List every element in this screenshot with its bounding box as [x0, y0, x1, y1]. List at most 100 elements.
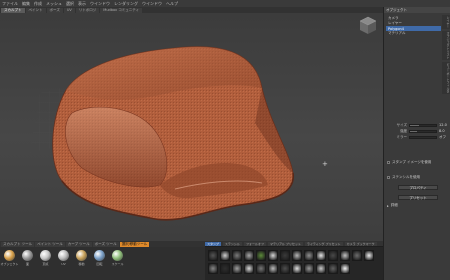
menu-item[interactable]: 作成 — [34, 1, 42, 7]
tool-button[interactable]: スケール — [110, 250, 125, 277]
object-list-panel: オブジェクト カメラ レイヤー Polygon4 マテリアル レイヤーオブジェクトリス… — [383, 7, 450, 280]
menu-item[interactable]: 編集 — [22, 1, 30, 7]
slider-fill — [410, 130, 417, 132]
tool-label: 移動 — [78, 262, 85, 266]
stamp-thumbnail[interactable] — [340, 250, 350, 261]
tool-button[interactable]: 頂点 — [38, 250, 53, 277]
tool-label: 面 — [25, 262, 29, 266]
brush-property-label: サイズ — [396, 122, 407, 127]
stamp-image-label: スタンプ イメージを使用 — [392, 160, 432, 164]
tool-label: 頂点 — [42, 262, 49, 266]
stamp-thumbnail[interactable] — [280, 263, 290, 274]
menu-item[interactable]: ウインドウ — [90, 1, 110, 7]
tool-tray-tab[interactable]: ペイント ツール — [35, 241, 65, 247]
stamp-tray — [205, 247, 383, 280]
panel-vertical-tab[interactable]: ビューポートフィルタ — [442, 62, 450, 94]
chevron-right-icon: ▸ — [387, 203, 389, 208]
stamp-image-checkbox[interactable]: スタンプ イメージを使用 — [387, 160, 431, 165]
tool-label: オブジェクト — [0, 262, 19, 266]
stamp-thumbnail[interactable] — [208, 250, 218, 261]
brush-property-value[interactable]: 12.0 — [439, 123, 447, 127]
stencil-label: ステンシルを使用 — [392, 175, 420, 179]
stamp-thumbnail[interactable] — [328, 263, 338, 274]
stamp-thumbnail[interactable] — [232, 263, 242, 274]
stamp-thumbnail[interactable] — [256, 263, 266, 274]
menu-item[interactable]: メッシュ — [46, 1, 62, 7]
tool-button[interactable]: UV — [56, 250, 71, 277]
brush-property-value[interactable]: 8.0 — [439, 129, 445, 133]
menu-item[interactable]: 表示 — [78, 1, 86, 7]
brush-property: ミラー オフ — [384, 134, 450, 140]
scale-icon — [112, 250, 123, 261]
tool-tray-tab[interactable]: カーブ ツール — [65, 241, 92, 247]
brush-property-value[interactable]: オフ — [439, 135, 446, 140]
panel-vertical-tab[interactable]: レイヤー — [442, 15, 450, 29]
object-tree-row-label: レイヤー — [388, 21, 402, 25]
tool-tray-tab[interactable]: スカルプト ツール — [1, 241, 35, 247]
object-tree-row[interactable]: マテリアル — [386, 31, 441, 36]
tool-label: UV — [61, 262, 66, 266]
tool-label: スケール — [111, 262, 124, 266]
stamp-thumbnail[interactable] — [244, 263, 254, 274]
pivot-crosshair: + — [322, 160, 328, 168]
tool-tray-tab[interactable]: ポーズ ツール — [92, 241, 119, 247]
sculpt-model[interactable] — [0, 13, 383, 241]
panel-vertical-tabs: レイヤーオブジェクトリスト ビューポートフィルタ — [442, 15, 450, 115]
brush-properties: サイズ 12.0 強度 8.0 ミラー オフ — [384, 122, 450, 140]
menu-item[interactable]: ヘルプ — [166, 1, 178, 7]
vertex-select-icon — [40, 250, 51, 261]
brush-property-slider[interactable] — [409, 129, 437, 133]
rotate-icon — [94, 250, 105, 261]
advanced-section[interactable]: ▸ 詳細 — [387, 203, 398, 208]
brush-property-slider[interactable] — [409, 123, 437, 127]
viewport-3d[interactable]: + — [0, 13, 383, 241]
panel-vertical-tab[interactable]: オブジェクトリスト — [442, 31, 450, 60]
tool-button[interactable]: 回転 — [92, 250, 107, 277]
stamp-thumbnail[interactable] — [316, 250, 326, 261]
stamp-thumbnail[interactable] — [364, 250, 374, 261]
object-tree-row-label: マテリアル — [388, 31, 406, 35]
tool-button[interactable]: オブジェクト — [0, 250, 19, 277]
tool-tray-tab[interactable]: 選択/移動ツール — [119, 241, 150, 247]
stencil-checkbox[interactable]: ステンシルを使用 — [387, 175, 420, 180]
properties-button[interactable]: プロパティ — [398, 185, 438, 190]
stamp-thumbnail[interactable] — [340, 263, 350, 274]
stamp-thumbnail[interactable] — [280, 250, 290, 261]
stamp-thumbnail[interactable] — [232, 250, 242, 261]
object-tree-row-label: Polygon4 — [388, 26, 404, 31]
brush-property-label: 強度 — [400, 128, 407, 133]
object-select-icon — [4, 250, 15, 261]
stamp-thumbnail[interactable] — [268, 250, 278, 261]
face-select-icon — [22, 250, 33, 261]
stamp-thumbnail[interactable] — [244, 250, 254, 261]
panel-header: オブジェクト — [384, 7, 450, 13]
tool-tray: オブジェクト 面 頂点 UV 移動 回転 スケール — [0, 247, 205, 280]
advanced-label: 詳細 — [390, 203, 398, 207]
stamp-thumbnail[interactable] — [220, 250, 230, 261]
brush-property-slider[interactable] — [409, 135, 437, 139]
menu-item[interactable]: 選択 — [66, 1, 74, 7]
object-tree: カメラ レイヤー Polygon4 マテリアル — [386, 16, 441, 36]
stamp-thumbnail[interactable] — [352, 250, 362, 261]
tool-label: 回転 — [96, 262, 103, 266]
stamp-thumbnail[interactable] — [292, 250, 302, 261]
stamp-thumbnail[interactable] — [304, 263, 314, 274]
menu-item[interactable]: レンダリング — [114, 1, 138, 7]
stamp-thumbnail[interactable] — [316, 263, 326, 274]
tool-button[interactable]: 移動 — [74, 250, 89, 277]
tool-button[interactable]: 面 — [20, 250, 35, 277]
stamp-thumbnail[interactable] — [268, 263, 278, 274]
menu-item[interactable]: ウインドウ — [142, 1, 162, 7]
slider-fill — [410, 124, 420, 126]
stamp-thumbnail[interactable] — [328, 250, 338, 261]
stamp-thumbnail[interactable] — [292, 263, 302, 274]
stamp-thumbnail[interactable] — [304, 250, 314, 261]
view-cube[interactable] — [357, 15, 379, 37]
menu-item[interactable]: ファイル — [2, 1, 18, 7]
brush-property-label: ミラー — [396, 134, 408, 139]
stamp-thumbnail[interactable] — [220, 263, 230, 274]
stamp-thumbnail[interactable] — [208, 263, 218, 274]
panel-header-label: オブジェクト — [386, 7, 407, 12]
presets-button[interactable]: プリセット — [398, 195, 438, 200]
stamp-thumbnail[interactable] — [256, 250, 266, 261]
